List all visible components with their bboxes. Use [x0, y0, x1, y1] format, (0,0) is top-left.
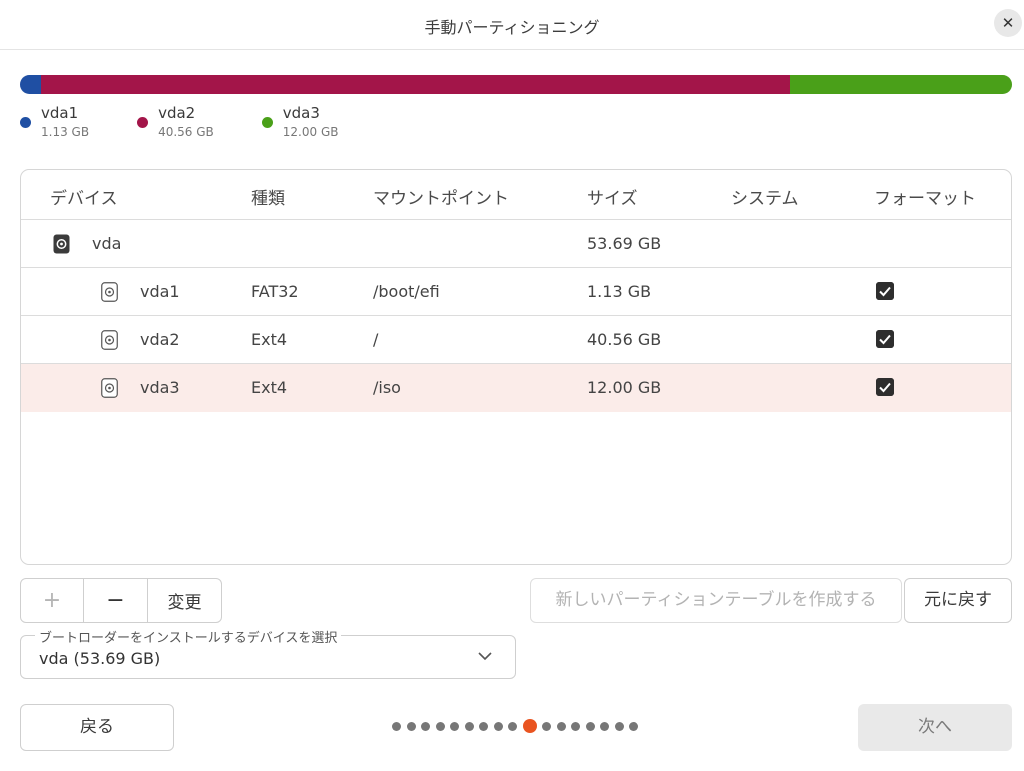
partition-icon — [101, 378, 118, 398]
partition-row-vda2[interactable]: vda2 Ext4 / 40.56 GB — [21, 316, 1011, 364]
disk-name: vda — [92, 234, 122, 253]
partition-icon — [101, 282, 118, 302]
format-checkbox[interactable] — [876, 282, 894, 300]
step-dot — [542, 721, 551, 731]
step-dot — [585, 721, 595, 731]
partition-name: vda1 — [140, 282, 180, 301]
step-dot — [614, 721, 624, 731]
header-device[interactable]: デバイス — [50, 184, 118, 209]
header-type[interactable]: 種類 — [251, 184, 285, 209]
usage-segment-vda3 — [789, 75, 1012, 94]
partition-size: 40.56 GB — [587, 330, 662, 349]
disk-usage-bar — [20, 75, 1012, 94]
partition-row-vda3[interactable]: vda3 Ext4/iso 12.00 GB — [21, 364, 1011, 412]
usage-segment-vda1 — [20, 75, 41, 94]
usage-segment-vda2 — [40, 75, 790, 94]
step-dot — [508, 721, 517, 731]
partition-table: デバイス 種類 マウントポイント サイズ システム フォーマット vda 53.… — [20, 169, 1012, 565]
header-size[interactable]: サイズ — [587, 184, 638, 209]
disk-row[interactable]: vda 53.69 GB — [21, 220, 1011, 268]
step-dot — [479, 721, 488, 731]
next-button[interactable]: 次へ — [858, 704, 1012, 751]
title-bar: 手動パーティショニング ✕ — [0, 0, 1024, 50]
table-header: デバイス 種類 マウントポイント サイズ システム フォーマット — [21, 170, 1011, 220]
step-dot — [406, 721, 416, 731]
legend-size: 1.13 GB — [41, 125, 90, 139]
header-mount[interactable]: マウントポイント — [373, 184, 509, 209]
minus-icon: − — [106, 588, 125, 613]
partition-mount: /iso — [373, 378, 401, 397]
partition-type: FAT32 — [251, 282, 299, 301]
header-system[interactable]: システム — [731, 184, 799, 209]
close-icon: ✕ — [1001, 14, 1015, 32]
step-dot — [571, 721, 580, 731]
partition-row-vda1[interactable]: vda1 FAT32/boot/efi 1.13 GB — [21, 268, 1011, 316]
header-format[interactable]: フォーマット — [874, 184, 976, 209]
bootloader-label: ブートローダーをインストールするデバイスを選択 — [35, 627, 342, 646]
plus-icon: + — [42, 588, 62, 613]
add-partition-button[interactable]: + — [21, 579, 84, 622]
legend-name: vda2 — [158, 104, 196, 122]
revert-button[interactable]: 元に戻す — [904, 578, 1012, 623]
step-dot — [464, 721, 474, 731]
partition-type: Ext4 — [251, 330, 288, 349]
bootloader-value: vda (53.69 GB) — [39, 649, 161, 668]
new-partition-table-button[interactable]: 新しいパーティションテーブルを作成する — [530, 578, 902, 623]
bootloader-device-select[interactable]: ブートローダーをインストールするデバイスを選択 vda (53.69 GB) — [20, 627, 516, 679]
legend-size: 12.00 GB — [282, 125, 339, 139]
step-dot — [556, 721, 566, 731]
step-dot — [392, 721, 401, 731]
partition-size: 12.00 GB — [587, 378, 662, 397]
disk-size: 53.69 GB — [587, 234, 662, 253]
disk-icon — [53, 234, 70, 254]
step-dot-current — [522, 719, 537, 733]
legend-dot — [261, 117, 273, 128]
step-dot — [435, 721, 445, 731]
legend-dot — [137, 117, 149, 128]
step-dot — [493, 721, 503, 731]
format-checkbox[interactable] — [876, 378, 894, 396]
step-indicator — [392, 719, 644, 733]
partition-button-group: + − 変更 — [20, 578, 222, 623]
format-checkbox[interactable] — [876, 330, 894, 348]
legend-name: vda3 — [282, 104, 320, 122]
usage-legend: vda1 1.13 GB vda2 40.56 GB vda3 12.00 GB — [20, 103, 386, 141]
step-dot — [629, 721, 638, 731]
legend-item-vda3: vda3 12.00 GB — [261, 103, 339, 141]
partition-type: Ext4 — [251, 378, 288, 397]
step-dot — [600, 721, 609, 731]
partition-mount: / — [373, 330, 379, 349]
partition-name: vda2 — [140, 330, 180, 349]
chevron-down-icon — [478, 652, 492, 661]
close-button[interactable]: ✕ — [994, 9, 1022, 37]
back-button[interactable]: 戻る — [20, 704, 174, 751]
remove-partition-button[interactable]: − — [84, 579, 148, 622]
partition-mount: /boot/efi — [373, 282, 440, 301]
partition-size: 1.13 GB — [587, 282, 652, 301]
legend-name: vda1 — [41, 104, 79, 122]
legend-item-vda1: vda1 1.13 GB — [20, 103, 89, 141]
legend-dot — [20, 117, 31, 128]
partition-icon — [101, 330, 118, 350]
window-title: 手動パーティショニング — [424, 18, 600, 37]
legend-size: 40.56 GB — [158, 125, 214, 139]
change-partition-button[interactable]: 変更 — [148, 579, 221, 622]
step-dot — [421, 721, 430, 731]
partition-name: vda3 — [140, 378, 180, 397]
legend-item-vda2: vda2 40.56 GB — [137, 103, 214, 141]
step-dot — [450, 721, 459, 731]
